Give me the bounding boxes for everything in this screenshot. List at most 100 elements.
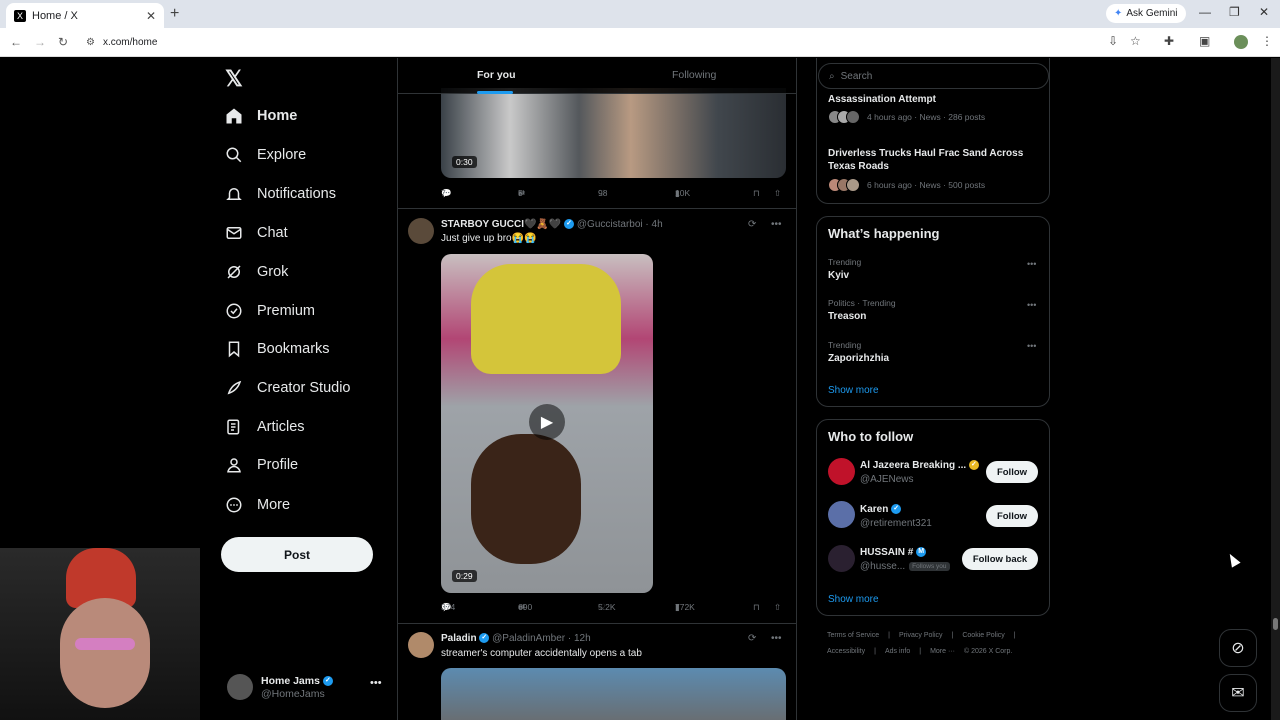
extensions-icon[interactable]: ✚ [1164,34,1174,48]
grok-explain-icon[interactable]: ⟳ [748,633,756,644]
new-tab-icon[interactable]: + [170,5,179,23]
nav-profile[interactable]: Profile [225,450,298,480]
post-button[interactable]: Post [221,537,373,572]
window-close-icon[interactable]: ✕ [1259,5,1269,19]
nav-home[interactable]: Home [225,101,297,131]
show-more-link[interactable]: Show more [828,594,879,605]
post-actions: 💬 374 ⇄ 690 ♡ 5.2K ▮ 772K ⊓ ⇧ [441,602,786,616]
rocket-icon [225,379,243,397]
footer-link[interactable]: Accessibility [827,648,865,655]
page-scrollbar[interactable] [1271,58,1280,720]
nav-chat[interactable]: Chat [225,218,288,248]
post-author-name[interactable]: Paladin [441,633,477,644]
post-video[interactable] [441,668,786,720]
footer-link[interactable]: Cookie Policy [962,632,1004,639]
share-icon[interactable]: ⇧ [774,602,781,613]
nav-creator-studio[interactable]: Creator Studio [225,373,351,403]
ask-gemini-button[interactable]: ✦ Ask Gemini [1106,4,1186,23]
bookmark-post-icon[interactable]: ⊓ [753,602,760,613]
reload-icon[interactable]: ↻ [58,35,68,49]
trend-name[interactable]: Treason [828,311,866,322]
nav-bookmarks[interactable]: Bookmarks [225,334,330,364]
active-tab-indicator [477,91,513,94]
news-meta: 6 hours ago · News · 500 posts [867,180,986,190]
post-time[interactable]: · 4h [645,219,662,230]
avatar[interactable] [828,545,855,572]
site-info-icon[interactable]: ⚙ [86,37,95,48]
post-author-name[interactable]: STARBOY GUCCI🖤🧸🖤 [441,219,561,230]
footer-link[interactable]: More ··· [930,648,955,655]
messages-fab-button[interactable]: ✉ [1219,674,1257,712]
grok-fab-button[interactable]: ⊘ [1219,629,1257,667]
x-logo-icon[interactable]: 𝕏 [225,66,243,92]
news-title[interactable]: Driverless Trucks Haul Frac Sand Across … [828,147,1038,173]
trend-name[interactable]: Zaporizhzhia [828,353,889,364]
trend-more-icon[interactable]: ••• [1027,300,1036,310]
trend-more-icon[interactable]: ••• [1027,259,1036,269]
post-video[interactable]: 0:30 [441,88,786,178]
post-author-row: STARBOY GUCCI🖤🧸🖤 ✓ @Guccistarboi · 4h [441,219,663,230]
trend-context: Politics · Trending [828,298,896,308]
follow-name[interactable]: HUSSAIN # [860,547,913,558]
trend-name[interactable]: Kyiv [828,270,849,281]
scrollbar-thumb[interactable] [1273,618,1278,630]
restore-icon[interactable]: ❐ [1229,5,1240,19]
post-author-handle[interactable]: @Guccistarboi [577,219,643,230]
follow-name[interactable]: Al Jazeera Breaking ... [860,460,966,471]
search-input[interactable]: ⌕ Search [818,63,1049,89]
browser-profile-avatar[interactable] [1234,35,1248,49]
nav-notifications[interactable]: Notifications [225,179,336,209]
install-icon[interactable]: ⇩ [1108,34,1118,48]
nav-premium[interactable]: Premium [225,296,315,326]
avatar[interactable] [408,632,434,658]
grok-explain-icon[interactable]: ⟳ [748,219,756,230]
feed-tabs: For you Following [398,58,796,94]
webcam-face [60,598,150,708]
who-to-follow-card: Who to follow Al Jazeera Breaking ... ✓ … [816,419,1050,616]
follow-back-button[interactable]: Follow back [962,548,1038,570]
chrome-menu-icon[interactable]: ⋮ [1261,34,1273,48]
post-author-handle[interactable]: @PaladinAmber [492,633,565,644]
nav-more[interactable]: More [225,490,290,520]
forward-icon[interactable]: → [34,35,46,49]
account-switcher[interactable]: Home Jams ✓ @HomeJams ••• [227,670,387,710]
back-icon[interactable]: ← [10,35,22,49]
nav-label: Home [257,108,298,124]
webcam-overlay [0,548,200,720]
video-duration: 0:29 [452,570,477,582]
bookmark-star-icon[interactable]: ☆ [1130,34,1141,48]
nav-articles[interactable]: Articles [225,412,305,442]
search-icon: ⌕ [829,70,835,82]
avatar[interactable] [828,458,855,485]
minimize-icon[interactable]: — [1199,5,1211,19]
avatar[interactable] [408,218,434,244]
news-title[interactable]: Assassination Attempt [828,93,936,106]
footer-separator: | [919,648,922,655]
side-panel-icon[interactable]: ▣ [1199,34,1210,48]
nav-grok[interactable]: Grok [225,257,288,287]
post-more-icon[interactable]: ••• [771,633,782,644]
follow-name[interactable]: Karen [860,504,888,515]
share-icon[interactable]: ⇧ [774,188,781,199]
follow-button[interactable]: Follow [986,505,1038,527]
footer-link[interactable]: Privacy Policy [899,632,943,639]
tab-following[interactable]: Following [672,69,716,81]
footer-link[interactable]: Ads info [885,648,910,655]
post-time[interactable]: · 12h [568,633,591,644]
footer-separator: | [888,632,890,639]
post-more-icon[interactable]: ••• [771,219,782,230]
account-more-icon[interactable]: ••• [370,677,382,689]
avatar[interactable] [828,501,855,528]
post-video[interactable]: ▶ 0:29 [441,254,653,593]
trend-more-icon[interactable]: ••• [1027,341,1036,351]
follow-button[interactable]: Follow [986,461,1038,483]
nav-explore[interactable]: Explore [225,140,306,170]
show-more-link[interactable]: Show more [828,385,879,396]
browser-tab[interactable]: X Home / X ✕ [6,3,164,28]
footer-link[interactable]: Terms of Service [827,632,879,639]
address-bar[interactable]: ⚙ x.com/home [86,32,1096,53]
bookmark-post-icon[interactable]: ⊓ [753,188,760,199]
close-tab-icon[interactable]: ✕ [146,9,156,23]
play-icon[interactable]: ▶ [529,404,565,440]
tab-for-you[interactable]: For you [477,69,516,81]
